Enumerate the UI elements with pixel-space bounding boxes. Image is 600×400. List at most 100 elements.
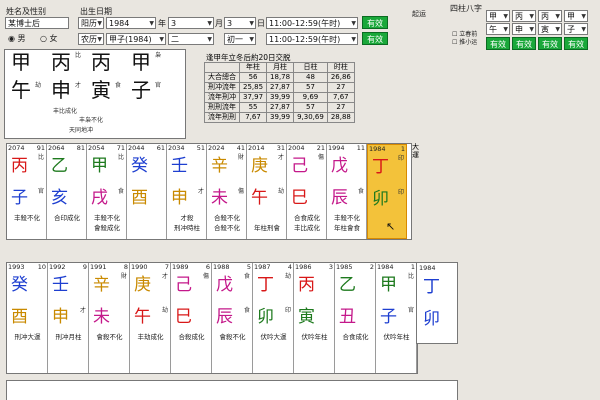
liunian-bottom: 合殺成化 <box>178 333 205 341</box>
liunian-cell[interactable]: 1984 1 甲 比子 官伏吟年柱 <box>376 263 417 373</box>
sizhu-effect-button[interactable]: 有效 <box>564 37 588 50</box>
liunian-year: 1989 <box>172 263 189 271</box>
liunian-stem: 甲 <box>380 275 397 295</box>
dayun-branch-note: 傷 <box>237 188 244 195</box>
lunar-year-select[interactable]: 甲子(1984) <box>106 33 166 45</box>
dayun-cell[interactable]: 2044 61 癸酉 <box>127 144 167 239</box>
dayun-bottom: 丰殺不化 <box>14 214 40 222</box>
dayun-cell[interactable]: 2074 91 丙 比子 官丰殺不化 <box>7 144 47 239</box>
sizhu-select[interactable]: 甲 <box>564 10 588 22</box>
dayun-cell[interactable]: 2064 81 乙亥合印成化 <box>47 144 87 239</box>
sizhu-effect-button[interactable]: 有效 <box>538 37 562 50</box>
natal-stem: 丙 <box>91 50 111 74</box>
dayun-year: 2014 <box>248 144 265 152</box>
stats-cell: 26,86 <box>326 72 355 83</box>
sizhu-select[interactable]: 丙 <box>538 10 562 22</box>
sizhu-select[interactable]: 子 <box>564 23 588 35</box>
dayun-stem-note: 傷 <box>317 154 324 161</box>
sizhu-select[interactable]: 丙 <box>512 10 536 22</box>
dayun-cell[interactable]: 2034 51 壬申 才才殺 刑冲時柱 <box>167 144 207 239</box>
liunian-age: 6 <box>205 263 210 271</box>
effect-button-lunar[interactable]: 有效 <box>362 32 388 45</box>
dayun-cell[interactable]: 2014 31 庚 才午 劫年柱刑會 <box>247 144 287 239</box>
name-input[interactable]: 某博士后 <box>5 17 69 29</box>
calendar-solar-select[interactable]: 阳历 <box>78 17 104 29</box>
dayun-side-label: 大運 <box>412 143 419 159</box>
gender-radio-male[interactable]: ◉ 男 <box>8 33 26 44</box>
sizhu-select[interactable]: 申 <box>512 23 536 35</box>
natal-stem: 甲 <box>131 50 151 74</box>
natal-branch: 申 <box>51 78 71 102</box>
month-select[interactable]: 3 <box>168 17 214 29</box>
sizhu-select[interactable]: 午 <box>486 23 510 35</box>
liunian-cell[interactable]: 1990 7 庚 才午 劫丰劫成化 <box>130 263 171 373</box>
dayun-cell[interactable]: 1994 11 戊辰 食丰殺不化 年柱會食 <box>327 144 367 239</box>
stats-cell: 9,69 <box>293 92 328 103</box>
liunian-branch-note: 食 <box>243 307 250 314</box>
liunian-cell[interactable]: 1987 4 丁 劫卯 印伏吟大運 <box>253 263 294 373</box>
dayun-cell[interactable]: 2004 21 己 傷巳合食成化 丰比成化 <box>287 144 327 239</box>
natal-branch-note: 食 <box>115 82 122 89</box>
dayun-bottom-2: 丰比成化 <box>294 224 320 232</box>
dayun-branch: 子 <box>11 188 28 208</box>
radio-icon: ○ <box>40 34 47 43</box>
dayun-cell[interactable]: 2024 41 辛財未傷合殺不化 合殺不化 <box>207 144 247 239</box>
dayun-cell[interactable]: 2054 71 甲 比戌 食丰殺不化 會殺成化 <box>87 144 127 239</box>
dayun-age: 11 <box>356 144 365 152</box>
xiaoyun-checkbox[interactable]: ☐ 推小运 <box>452 37 477 46</box>
dayun-branch-note: 才 <box>197 188 204 195</box>
liunian-cell[interactable]: 1986 3 丙寅伏吟年柱 <box>294 263 335 373</box>
lunar-day-select[interactable]: 初一 <box>224 33 256 45</box>
natal-branch: 子 <box>131 78 151 102</box>
liunian-stem: 乙 <box>339 275 356 295</box>
stats-cell: 39,99 <box>266 92 295 103</box>
sizhu-effect-button[interactable]: 有效 <box>512 37 536 50</box>
sizhu-effect-button[interactable]: 有效 <box>486 37 510 50</box>
liunian-stem-note: 才 <box>161 273 168 280</box>
dayun-year: 1994 <box>328 144 345 152</box>
liunian-cell[interactable]: 1993 10 癸酉刑冲大運 <box>7 263 48 373</box>
dayun-age: 71 <box>116 144 125 152</box>
sizhu-select[interactable]: 甲 <box>486 10 510 22</box>
lunar-month-select[interactable]: 二 <box>168 33 214 45</box>
dayun-stem: 癸 <box>131 156 148 176</box>
stats-table: 年柱 月柱 日柱 时柱 大合總合 56 18,78 48 26,86 刑冲流年 25,85 27,87… <box>204 62 355 123</box>
liunian-cell[interactable]: 1992 9 壬申 才刑冲月柱 <box>48 263 89 373</box>
dayun-bottom: 合印成化 <box>54 214 80 222</box>
gender-radio-female[interactable]: ○ 女 <box>40 33 58 44</box>
day-select[interactable]: 3 <box>224 17 256 29</box>
liunian-age: 2 <box>369 263 374 271</box>
natal-stem: 丙 <box>51 50 71 74</box>
effect-button-solar[interactable]: 有效 <box>362 16 388 29</box>
year-select[interactable]: 1984 <box>106 17 156 29</box>
dayun-stem: 乙 <box>51 156 68 176</box>
dayun-branch-note: 印 <box>397 189 404 196</box>
stats-header-cell <box>204 62 240 73</box>
stats-cell: 39,99 <box>266 112 295 123</box>
time-select[interactable]: 11:00-12:59(午时) <box>266 17 358 29</box>
liunian-bottom: 伏吟年柱 <box>301 333 328 341</box>
stats-cell: 27 <box>326 102 355 113</box>
liunian-branch: 午 <box>134 307 151 327</box>
lunar-time-select[interactable]: 11:00-12:59(午时) <box>266 33 358 45</box>
calendar-lunar-select[interactable]: 农历 <box>78 33 104 45</box>
dayun-branch: 巳 <box>291 188 308 208</box>
liunian-cell[interactable]: 1991 8 辛 財未會殺不化 <box>89 263 130 373</box>
stats-cell: 56 <box>238 72 268 83</box>
stats-header-row: 年柱 月柱 日柱 时柱 <box>204 62 355 73</box>
sizhu-select[interactable]: 寅 <box>538 23 562 35</box>
year-unit: 年 <box>158 19 166 28</box>
stats-cell: 27 <box>326 82 355 93</box>
stats-cell: 刑冲流年 <box>204 82 240 93</box>
liunian-cell[interactable]: 1988 5 戊食辰食會殺不化 <box>212 263 253 373</box>
qiyun-label: 起运 <box>412 10 426 18</box>
dayun-year: 2074 <box>8 144 25 152</box>
liunian-cell[interactable]: 1989 6 己 傷巳合殺成化 <box>171 263 212 373</box>
dayun-stem: 壬 <box>171 156 188 176</box>
dayun-stem: 甲 <box>91 156 108 176</box>
liunian-stem-note: 劫 <box>284 273 291 280</box>
liunian-stem: 丙 <box>298 275 315 295</box>
natal-branch: 寅 <box>91 78 111 102</box>
dayun-panel: 2074 91 丙 比子 官丰殺不化 2064 81 乙亥合印成化 2054 71 甲 比戌 食丰殺不化… <box>6 143 412 240</box>
liunian-cell[interactable]: 1985 2 乙丑合食成化 <box>335 263 376 373</box>
